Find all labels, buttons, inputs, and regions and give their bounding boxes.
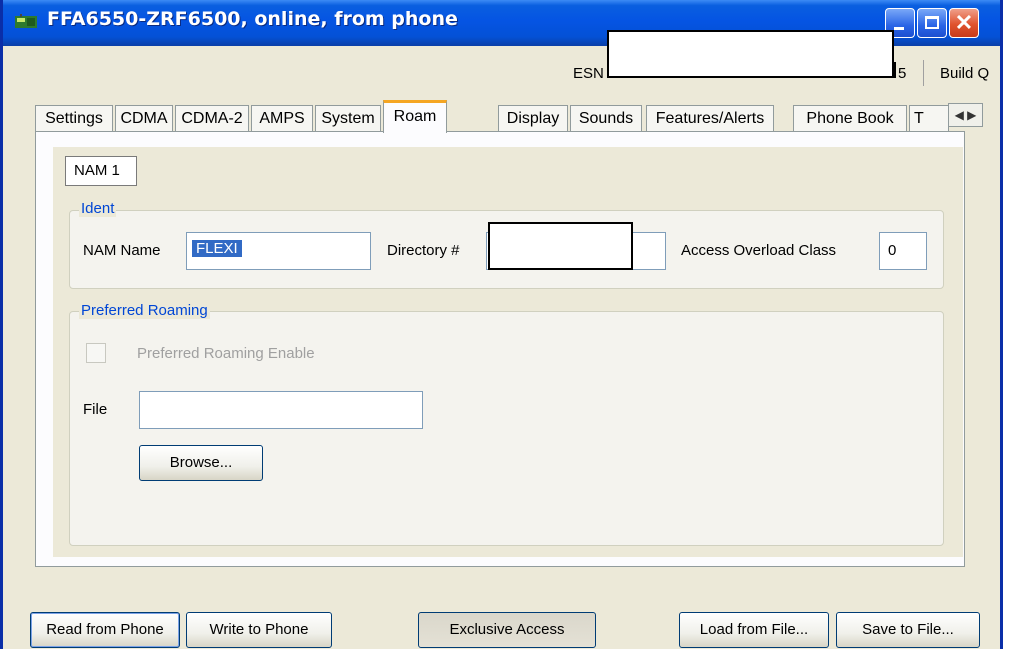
scroll-right-icon[interactable]: ▶ — [967, 108, 976, 122]
tab-scroll-buttons[interactable]: ◀ ▶ — [948, 103, 983, 127]
ident-legend: Ident — [79, 200, 117, 217]
preferred-roaming-legend: Preferred Roaming — [79, 302, 210, 319]
nam-name-field[interactable]: FLEXI — [186, 232, 371, 270]
tab-cdma-2[interactable]: CDMA-2 — [175, 105, 249, 132]
app-window: FFA6550-ZRF6500, online, from phone ✕ ES… — [0, 0, 1003, 649]
tab-features-alerts[interactable]: Features/Alerts — [646, 105, 774, 132]
file-input[interactable] — [139, 391, 423, 429]
tab-cdma[interactable]: CDMA — [115, 105, 173, 132]
preferred-roaming-checkbox[interactable] — [86, 343, 106, 363]
access-overload-label: Access Overload Class — [681, 242, 837, 259]
maximize-icon — [925, 16, 939, 29]
scroll-left-icon[interactable]: ◀ — [955, 108, 964, 122]
file-label: File — [83, 401, 108, 418]
tab-truncated[interactable]: T — [909, 105, 949, 132]
tab-nam-1[interactable]: NAM 1 — [65, 156, 137, 186]
exclusive-access-button[interactable]: Exclusive Access — [418, 612, 596, 648]
close-icon: ✕ — [954, 10, 974, 35]
esn-label: ESN — [573, 65, 604, 82]
info-separator — [923, 60, 924, 86]
access-overload-field[interactable]: 0 — [879, 232, 927, 270]
save-to-file-button[interactable]: Save to File... — [836, 612, 980, 648]
build-label: Build Q — [940, 65, 990, 82]
redacted-directory-number — [488, 222, 633, 270]
window-title: FFA6550-ZRF6500, online, from phone — [47, 8, 458, 30]
esn-value-tail: 5 — [898, 65, 907, 82]
phone-app-icon — [15, 14, 37, 28]
title-bar[interactable]: FFA6550-ZRF6500, online, from phone ✕ — [3, 0, 1000, 78]
write-to-phone-button[interactable]: Write to Phone — [186, 612, 332, 648]
redacted-title-block — [607, 30, 894, 78]
load-from-file-button[interactable]: Load from File... — [679, 612, 829, 648]
tab-sounds[interactable]: Sounds — [570, 105, 642, 132]
tab-phone-book[interactable]: Phone Book — [793, 105, 907, 132]
nam-name-value: FLEXI — [192, 240, 242, 257]
tab-display[interactable]: Display — [498, 105, 568, 132]
access-overload-value: 0 — [888, 242, 897, 259]
maximize-button[interactable] — [917, 8, 947, 38]
browse-button[interactable]: Browse... — [139, 445, 263, 481]
close-button[interactable]: ✕ — [949, 8, 979, 38]
minimize-icon — [894, 27, 904, 30]
directory-label: Directory # — [387, 242, 460, 259]
tab-amps[interactable]: AMPS — [251, 105, 313, 132]
read-from-phone-button[interactable]: Read from Phone — [30, 612, 180, 648]
tab-roam[interactable]: Roam — [383, 100, 447, 133]
preferred-roaming-enable-label: Preferred Roaming Enable — [137, 345, 315, 362]
nam-name-label: NAM Name — [83, 242, 161, 259]
tab-system[interactable]: System — [315, 105, 381, 132]
tab-settings[interactable]: Settings — [35, 105, 113, 132]
